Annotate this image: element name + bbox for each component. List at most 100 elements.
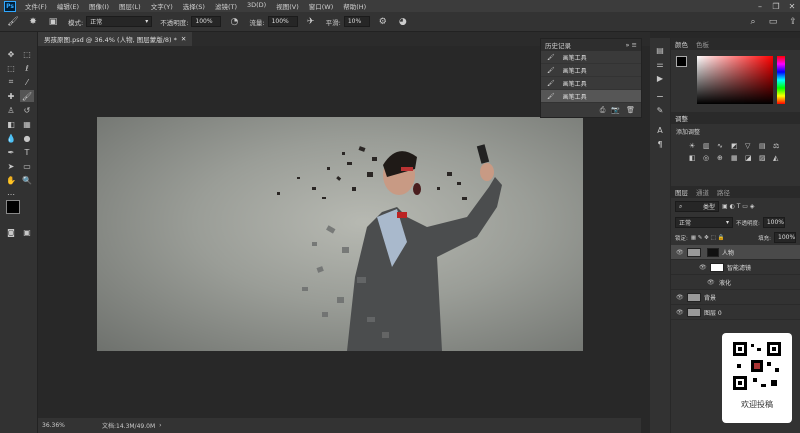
history-item[interactable]: 🖌 画笔工具 — [541, 77, 641, 90]
collapse-icon[interactable]: » ≡ — [626, 41, 638, 49]
layer-row-background[interactable]: 👁 背景 — [671, 290, 800, 305]
minimize-icon[interactable]: – — [752, 2, 768, 11]
balance-icon[interactable]: ⚖ — [773, 142, 783, 150]
eye-icon[interactable]: 👁 — [676, 294, 684, 301]
history-item-active[interactable]: 🖌 画笔工具 — [541, 90, 641, 103]
quick-mask-icon[interactable]: ◙ — [4, 226, 18, 238]
levels-icon[interactable]: ▥ — [703, 142, 713, 150]
pressure-opacity-icon[interactable]: ◔ — [227, 15, 241, 29]
crop-tool-icon[interactable]: ⌗ — [4, 76, 18, 88]
fill-field[interactable]: 100% — [774, 232, 796, 243]
brush-tool-icon[interactable]: 🖌 — [20, 90, 34, 102]
blur-tool-icon[interactable]: 💧 — [4, 132, 18, 144]
history-icon[interactable]: ▤ — [653, 44, 667, 56]
close-icon[interactable]: ✕ — [784, 2, 800, 11]
menu-item[interactable]: 3D(D) — [242, 1, 271, 11]
layer-mask-thumbnail[interactable] — [707, 247, 719, 257]
vibrance-icon[interactable]: ▽ — [745, 142, 755, 150]
screen-mode-icon[interactable]: ▣ — [20, 226, 34, 238]
snapshot-icon[interactable]: ⎙ — [600, 106, 606, 115]
opacity-field[interactable]: 100% — [191, 16, 222, 27]
paragraph-icon[interactable]: ¶ — [653, 138, 667, 150]
gradient-tool-icon[interactable]: ▦ — [20, 118, 34, 130]
dodge-tool-icon[interactable]: ● — [20, 132, 34, 144]
eraser-tool-icon[interactable]: ◧ — [4, 118, 18, 130]
invert-icon[interactable]: ◪ — [745, 154, 755, 162]
marquee-tool-icon[interactable]: ⬚ — [4, 62, 18, 74]
brush-settings-icon[interactable]: ✎ — [653, 104, 667, 116]
tab-color[interactable]: 颜色 — [675, 39, 688, 49]
eyedropper-tool-icon[interactable]: ⁄ — [20, 76, 34, 88]
posterize-icon[interactable]: ▨ — [759, 154, 769, 162]
blend-mode-select[interactable]: 正常 ▾ — [675, 217, 733, 228]
layer-row-person[interactable]: 👁 人物 — [671, 245, 800, 260]
tab-channels[interactable]: 通道 — [696, 187, 709, 197]
chevron-right-icon[interactable]: › — [159, 422, 161, 429]
workspace-icon[interactable]: ▭ — [766, 15, 780, 29]
menu-item[interactable]: 滤镜(T) — [210, 1, 242, 11]
layer-row-liquify[interactable]: 👁 液化 — [671, 275, 800, 290]
menu-item[interactable]: 文字(Y) — [146, 1, 178, 11]
document-tab[interactable]: 男孩原图.psd @ 36.4% (人物, 图层蒙版/8) * ✕ — [38, 32, 193, 46]
bw-icon[interactable]: ◧ — [689, 154, 699, 162]
menu-item[interactable]: 帮助(H) — [338, 1, 371, 11]
smooth-field[interactable]: 10% — [343, 16, 370, 27]
restore-icon[interactable]: ❐ — [768, 2, 784, 11]
path-select-tool-icon[interactable]: ➤ — [4, 160, 18, 172]
mode-select[interactable]: 正常 ▾ — [86, 16, 153, 27]
flow-field[interactable]: 100% — [267, 16, 298, 27]
artboard-tool-icon[interactable]: ⬚ — [20, 48, 34, 60]
eye-icon[interactable]: 👁 — [699, 264, 707, 271]
canvas-image[interactable] — [97, 117, 583, 351]
pen-tool-icon[interactable]: ✒ — [4, 146, 18, 158]
fg-swatch[interactable] — [676, 56, 687, 67]
lasso-tool-icon[interactable]: ℓ — [20, 62, 34, 74]
zoom-tool-icon[interactable]: 🔍 — [20, 174, 34, 186]
history-item[interactable]: 🖌 画笔工具 — [541, 51, 641, 64]
menu-item[interactable]: 图像(I) — [84, 1, 114, 11]
lock-icons[interactable]: ▦ ✎ ✥ ⬚ 🔒 — [691, 235, 724, 241]
history-item[interactable]: 🖌 画笔工具 — [541, 64, 641, 77]
layer-row-smart-filter[interactable]: 👁 智能滤镜 — [671, 260, 800, 275]
healing-tool-icon[interactable]: ✚ — [4, 90, 18, 102]
foreground-color-swatch[interactable] — [6, 200, 20, 214]
zoom-readout[interactable]: 36.36% — [42, 422, 102, 429]
menu-item[interactable]: 窗口(W) — [304, 1, 339, 11]
brightness-icon[interactable]: ☀ — [689, 142, 699, 150]
mixer-icon[interactable]: ⊕ — [717, 154, 727, 162]
tab-layers[interactable]: 图层 — [675, 187, 688, 197]
actions-icon[interactable]: ▶ — [653, 72, 667, 84]
hand-tool-icon[interactable]: ✋ — [4, 174, 18, 186]
share-icon[interactable]: ⇪ — [786, 15, 800, 29]
properties-icon[interactable]: ⚌ — [653, 58, 667, 70]
tab-swatches[interactable]: 色板 — [696, 39, 709, 49]
brush-tool-icon[interactable]: 🖌 — [6, 15, 20, 29]
menu-item[interactable]: 选择(S) — [178, 1, 210, 11]
layer-kind-select[interactable]: ⌕ 类型 — [675, 201, 719, 212]
type-tool-icon[interactable]: T — [20, 146, 34, 158]
eye-icon[interactable]: 👁 — [676, 309, 684, 316]
trash-icon[interactable]: 🗑 — [626, 106, 635, 115]
brush-preset-icon[interactable]: ✸ — [26, 15, 40, 29]
exposure-icon[interactable]: ◩ — [731, 142, 741, 150]
character-icon[interactable]: A — [653, 124, 667, 136]
gear-icon[interactable]: ⚙ — [376, 15, 390, 29]
filter-icons[interactable]: ▣ ◐ T ▭ ◈ — [722, 203, 754, 210]
eye-icon[interactable]: 👁 — [676, 249, 684, 256]
menu-item[interactable]: 视图(V) — [271, 1, 304, 11]
brush-panel-icon[interactable]: ▣ — [46, 15, 60, 29]
layer-opacity-field[interactable]: 100% — [762, 217, 785, 228]
more-tools-icon[interactable]: ⋯ — [4, 188, 18, 200]
camera-icon[interactable]: 📷 — [611, 106, 620, 115]
menu-item[interactable]: 编辑(E) — [52, 1, 84, 11]
threshold-icon[interactable]: ◭ — [773, 154, 783, 162]
menu-item[interactable]: 图层(L) — [114, 1, 146, 11]
menu-item[interactable]: 文件(F) — [20, 1, 52, 11]
close-tab-icon[interactable]: ✕ — [181, 35, 186, 43]
color-field[interactable] — [697, 56, 773, 104]
layer-row-layer0[interactable]: 👁 图层 0 — [671, 305, 800, 320]
photo-filter-icon[interactable]: ◎ — [703, 154, 713, 162]
lookup-icon[interactable]: ▦ — [731, 154, 741, 162]
adjust-icon[interactable]: ⚊ — [653, 88, 667, 100]
tab-paths[interactable]: 路径 — [717, 187, 730, 197]
